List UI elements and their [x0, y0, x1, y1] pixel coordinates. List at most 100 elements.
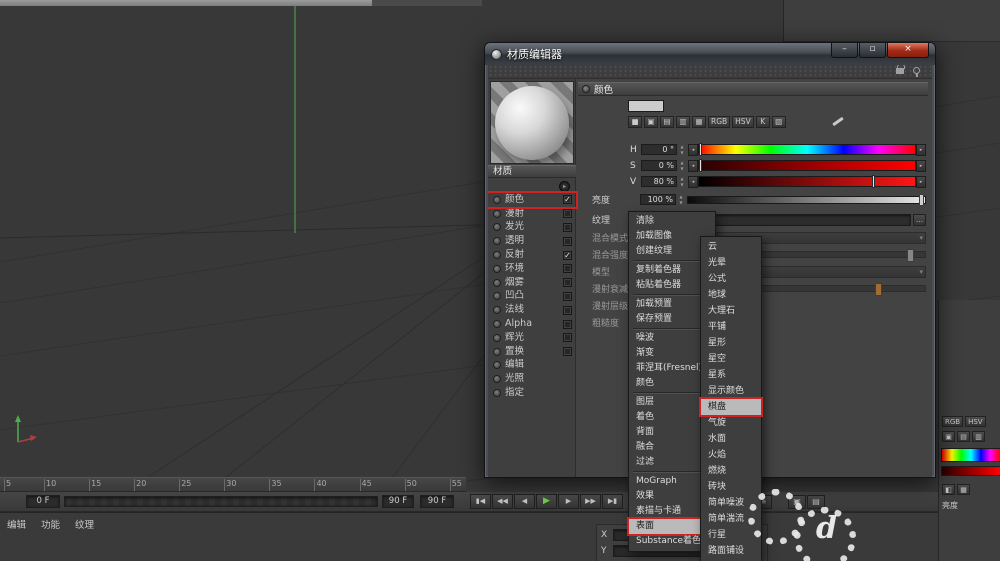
transport-button[interactable]: ▶ — [558, 494, 579, 509]
mini-icon[interactable]: ▣ — [942, 431, 955, 442]
submenu-item[interactable]: 路面铺设 — [701, 543, 761, 559]
submenu-item[interactable]: 燃烧 — [701, 463, 761, 479]
color-tool-chip[interactable]: ▦ — [692, 116, 706, 128]
channel-item[interactable]: 辉光 — [488, 331, 576, 345]
spectrum-gradient-bar[interactable] — [941, 448, 1000, 462]
channel-item[interactable]: 漫射 — [488, 207, 576, 221]
color-picker-pen-icon[interactable] — [830, 114, 846, 128]
color-tool-chip[interactable]: ■ — [628, 116, 642, 128]
color-tool-chip[interactable]: HSV — [732, 116, 754, 128]
submenu-item[interactable]: 大理石 — [701, 303, 761, 319]
brightness-slider[interactable] — [687, 193, 926, 206]
channel-item[interactable]: 透明 — [488, 234, 576, 248]
submenu-item[interactable]: 显示颜色 — [701, 383, 761, 399]
channel-checkbox[interactable] — [563, 291, 572, 301]
color-tool-chip[interactable]: ▤ — [660, 116, 674, 128]
slider-value-field[interactable]: 0 ° — [641, 144, 677, 155]
color-swatch[interactable] — [628, 100, 664, 112]
submenu-item[interactable]: 砖块 — [701, 479, 761, 495]
menu-item[interactable]: 清除 — [629, 214, 715, 229]
range-start-field[interactable]: 0 F — [26, 495, 60, 508]
menu-tab[interactable]: 编辑 — [7, 517, 26, 531]
maximize-button[interactable]: ▫ — [859, 43, 886, 58]
slider-right-arrow[interactable]: ▸ — [916, 159, 926, 172]
pin-icon[interactable] — [913, 67, 920, 77]
minimize-button[interactable]: – — [831, 43, 858, 58]
color-tool-chip[interactable]: ▣ — [644, 116, 658, 128]
color-tool-chip[interactable]: ▧ — [771, 116, 786, 128]
mini-icon[interactable]: ◧ — [942, 484, 955, 495]
menu-tab[interactable]: 功能 — [41, 517, 60, 531]
submenu-item[interactable]: 水面 — [701, 431, 761, 447]
submenu-item[interactable]: 地球 — [701, 287, 761, 303]
channel-item[interactable]: 反射 — [488, 248, 576, 262]
channel-checkbox[interactable] — [563, 250, 572, 260]
submenu-item[interactable]: 简单湍流 — [701, 511, 761, 527]
color-tool-chip[interactable]: ▥ — [676, 116, 690, 128]
channel-item[interactable]: 光照 — [488, 372, 576, 386]
channel-item[interactable]: 颜色 — [488, 191, 578, 209]
transport-button[interactable]: ▮◀ — [470, 494, 491, 509]
channel-checkbox[interactable] — [563, 236, 572, 246]
slider-gradient-bar[interactable] — [698, 143, 916, 156]
channel-item[interactable]: Alpha — [488, 317, 576, 331]
channel-checkbox[interactable] — [563, 222, 572, 232]
slider-marker[interactable] — [871, 175, 875, 188]
saturation-gradient-bar[interactable] — [941, 466, 1000, 476]
slider-gradient-bar[interactable] — [698, 175, 916, 188]
current-frame-field[interactable]: 90 F — [420, 495, 454, 508]
slider-gradient-bar[interactable] — [698, 159, 916, 172]
channel-item[interactable]: 编辑 — [488, 359, 576, 373]
submenu-item[interactable]: 星形 — [701, 335, 761, 351]
transport-button[interactable]: ▶ — [536, 494, 557, 509]
value-spinner[interactable] — [678, 176, 686, 187]
channel-item[interactable]: 发光 — [488, 221, 576, 235]
lock-icon[interactable] — [896, 65, 905, 74]
timeline-ruler[interactable]: 5 10 15 20 25 30 35 40 45 50 55 — [0, 477, 466, 492]
submenu-item[interactable]: 行星 — [701, 527, 761, 543]
channel-checkbox[interactable] — [563, 278, 572, 288]
channel-checkbox[interactable] — [563, 333, 572, 343]
toolbar-button[interactable]: ▤ — [807, 495, 825, 509]
slider-left-arrow[interactable]: ◂ — [688, 159, 698, 172]
channel-item[interactable]: 凹凸 — [488, 290, 576, 304]
mini-icon[interactable]: ▦ — [957, 484, 970, 495]
slider-marker[interactable] — [699, 159, 702, 172]
submenu-item[interactable]: 气旋 — [701, 415, 761, 431]
submenu-item[interactable]: 星系 — [701, 367, 761, 383]
color-mode-chip[interactable]: HSV — [965, 416, 986, 427]
channel-item[interactable]: 置换 — [488, 345, 576, 359]
slider-left-arrow[interactable]: ◂ — [688, 175, 698, 188]
slider-right-arrow[interactable]: ▸ — [916, 143, 926, 156]
channel-checkbox[interactable] — [563, 305, 572, 315]
submenu-item[interactable]: 平铺 — [701, 319, 761, 335]
brightness-handle[interactable] — [919, 193, 924, 206]
color-mode-chip[interactable]: RGB — [942, 416, 964, 427]
channel-checkbox[interactable] — [563, 195, 572, 205]
value-spinner[interactable] — [678, 160, 686, 171]
channel-checkbox[interactable] — [563, 209, 572, 219]
channel-item[interactable]: 环境 — [488, 262, 576, 276]
preview-options-button[interactable] — [559, 181, 570, 192]
slider-right-arrow[interactable]: ▸ — [916, 175, 926, 188]
slider-left-arrow[interactable]: ◂ — [688, 143, 698, 156]
range-end-field[interactable]: 90 F — [382, 495, 414, 508]
texture-browse-button[interactable]: … — [913, 213, 926, 226]
menu-tab[interactable]: 纹理 — [75, 517, 94, 531]
channel-item[interactable]: 烟雾 — [488, 276, 576, 290]
transport-button[interactable]: ▶▶ — [580, 494, 601, 509]
channel-item[interactable]: 法线 — [488, 303, 576, 317]
submenu-item[interactable]: 火焰 — [701, 447, 761, 463]
mini-icon[interactable]: ▥ — [972, 431, 985, 442]
brightness-value-field[interactable]: 100 % — [640, 194, 676, 205]
submenu-item[interactable]: 光晕 — [701, 255, 761, 271]
value-spinner[interactable] — [677, 194, 685, 205]
value-spinner[interactable] — [678, 144, 686, 155]
mini-icon[interactable]: ▤ — [957, 431, 970, 442]
submenu-item[interactable]: 简单噪波 — [701, 495, 761, 511]
channel-checkbox[interactable] — [563, 319, 572, 329]
slider-value-field[interactable]: 80 % — [641, 176, 677, 187]
submenu-item[interactable]: 棋盘 — [699, 397, 763, 417]
close-button[interactable]: × — [887, 43, 929, 58]
submenu-item[interactable]: 公式 — [701, 271, 761, 287]
